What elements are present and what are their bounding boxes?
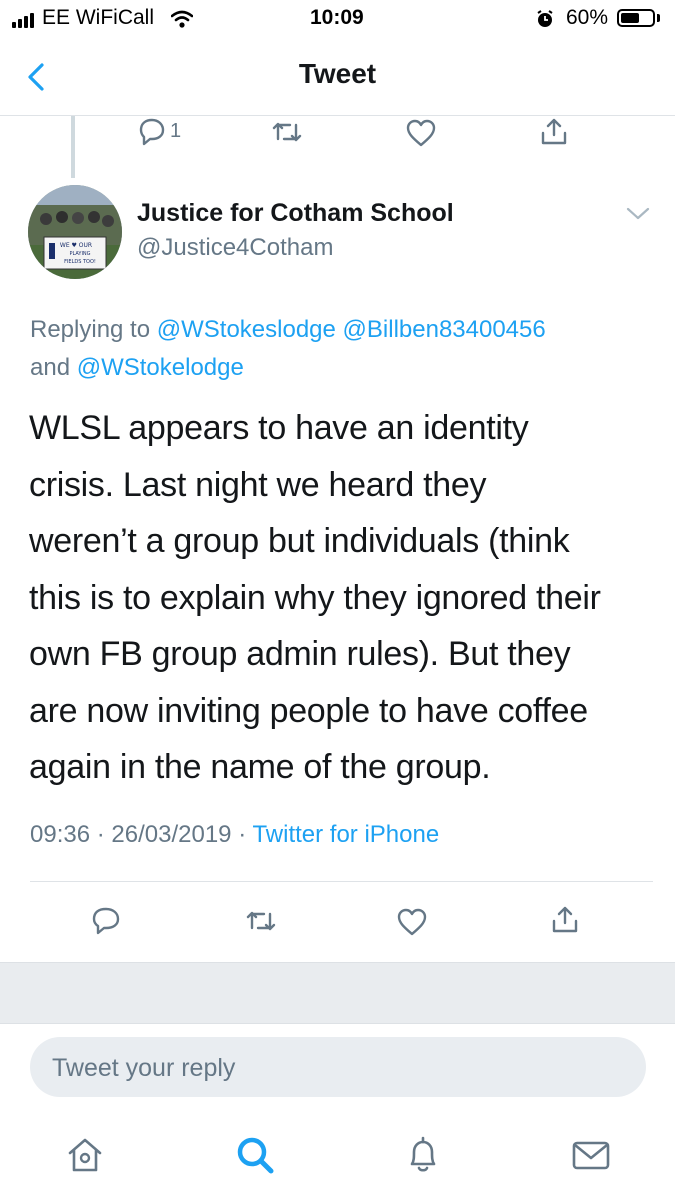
wifi-icon — [171, 10, 193, 28]
page-title: Tweet — [298, 58, 377, 89]
battery-label: 60% — [566, 6, 609, 29]
replying-to-label: Replying to — [30, 316, 151, 343]
tweet-text-line: again in the name of the group. — [29, 748, 491, 786]
signal-icon — [12, 10, 36, 28]
tweet-text-line: crisis. Last night we heard they — [29, 465, 487, 504]
avatar-image: WE ♥ OUR PLAYING FIELDS TOO! — [28, 185, 122, 279]
tweet-text-line: WLSL appears to have an identity — [29, 409, 529, 447]
author-name[interactable]: Justice for Cotham School — [137, 199, 454, 228]
share-icon[interactable] — [548, 903, 582, 937]
meta-divider — [30, 881, 653, 882]
tweet-time: 09:36 — [30, 821, 91, 848]
nav-divider — [0, 115, 675, 116]
svg-text:PLAYING: PLAYING — [69, 251, 90, 257]
battery-tip — [657, 14, 660, 22]
reply-count: 1 — [170, 120, 182, 142]
messages-icon[interactable] — [569, 1133, 613, 1177]
mention-link[interactable]: @WStokeslodge — [157, 316, 336, 343]
tweet-date: 26/03/2019 — [111, 821, 232, 848]
thread-line — [71, 116, 75, 178]
search-icon[interactable] — [233, 1133, 277, 1177]
svg-text:WE ♥ OUR: WE ♥ OUR — [60, 242, 92, 249]
carrier-label: EE WiFiCall — [42, 6, 155, 29]
battery-icon — [617, 9, 655, 27]
replying-to: Replying to @WStokeslodge @Billben834004… — [30, 311, 655, 387]
mention-link[interactable]: @WStokelodge — [77, 354, 244, 381]
chevron-down-icon[interactable] — [624, 203, 652, 223]
replying-and-label: and — [30, 354, 71, 381]
tweet-text-line: weren’t a group but individuals (think — [29, 522, 570, 560]
alarm-icon — [537, 10, 553, 27]
tweet-text-line: this is to explain why they ignored thei… — [29, 578, 601, 617]
tweet-source-link[interactable]: Twitter for iPhone — [252, 821, 439, 848]
like-icon[interactable] — [404, 116, 438, 150]
meta-separator: · — [96, 821, 105, 848]
avatar[interactable]: WE ♥ OUR PLAYING FIELDS TOO! — [28, 185, 122, 279]
svg-text:FIELDS TOO!: FIELDS TOO! — [64, 259, 96, 265]
meta-separator: · — [238, 821, 247, 848]
tweet-text-line: own FB group admin rules). But they — [29, 635, 571, 673]
mention-link[interactable]: @Billben83400456 — [343, 316, 546, 343]
share-icon[interactable] — [537, 115, 571, 149]
retweet-icon[interactable] — [270, 115, 304, 149]
reply-icon[interactable] — [135, 115, 169, 149]
author-handle[interactable]: @Justice4Cotham — [137, 234, 333, 262]
clock: 10:09 — [310, 6, 364, 29]
notifications-icon[interactable] — [401, 1133, 445, 1177]
reply-icon[interactable] — [89, 904, 123, 938]
retweet-icon[interactable] — [244, 904, 278, 938]
tweet-text: WLSL appears to have an identity crisis.… — [29, 400, 659, 796]
home-icon[interactable] — [63, 1133, 107, 1177]
reply-placeholder: Tweet your reply — [52, 1054, 236, 1082]
tweet-meta: 09:36 · 26/03/2019 · Twitter for iPhone — [30, 821, 439, 849]
like-icon[interactable] — [395, 905, 429, 939]
section-separator — [0, 962, 675, 1024]
tweet-text-line: are now inviting people to have coffee — [29, 691, 588, 730]
status-bar: EE WiFiCall 10:09 60% — [0, 0, 675, 38]
